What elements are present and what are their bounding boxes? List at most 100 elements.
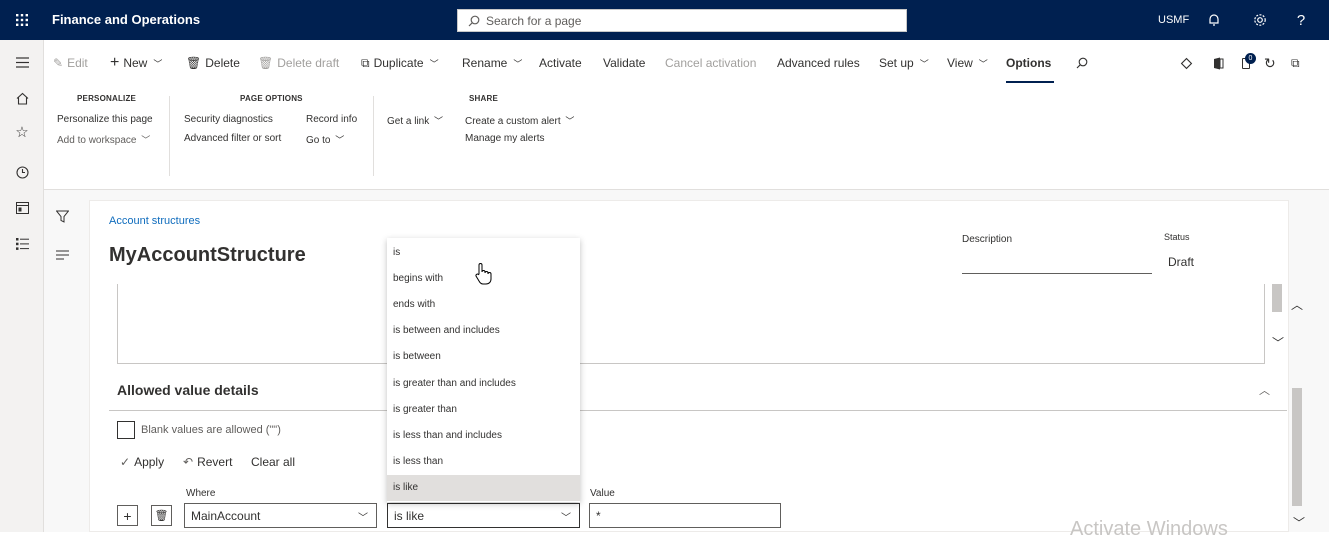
chevron-down-icon: ﹀ bbox=[1293, 516, 1306, 530]
chevron-down-icon: ﹀ bbox=[434, 116, 444, 126]
get-a-link-button[interactable]: Get a link ﹀ bbox=[387, 114, 443, 127]
office-button[interactable] bbox=[1212, 55, 1224, 71]
power-apps-button[interactable] bbox=[1180, 55, 1193, 71]
activate-button[interactable]: Activate bbox=[539, 55, 582, 71]
nav-menu-button[interactable] bbox=[0, 50, 44, 74]
nav-recent-button[interactable] bbox=[0, 160, 44, 184]
chevron-down-icon: ﹀ bbox=[919, 58, 929, 69]
company-picker[interactable]: USMF bbox=[1158, 14, 1189, 26]
filter-pane-button[interactable] bbox=[55, 210, 70, 226]
delete-button[interactable]: 🗑 Delete bbox=[186, 55, 240, 71]
value-input[interactable]: * bbox=[589, 503, 781, 528]
operator-select[interactable]: is like ﹀ bbox=[387, 503, 580, 528]
scroll-up-button[interactable]: ︿ bbox=[1291, 296, 1303, 313]
validate-label: Validate bbox=[603, 56, 646, 70]
operator-option[interactable]: is between bbox=[387, 344, 580, 370]
group-divider bbox=[169, 96, 170, 176]
breadcrumb[interactable]: Account structures bbox=[109, 215, 200, 227]
help-button[interactable]: ? bbox=[1291, 10, 1311, 30]
duplicate-button[interactable]: ⧉ Duplicate ﹀ bbox=[361, 55, 439, 71]
description-underline bbox=[962, 273, 1152, 274]
operator-option[interactable]: is greater than bbox=[387, 396, 580, 422]
scroll-down-button[interactable]: ﹀ bbox=[1272, 334, 1284, 351]
delete-row-button[interactable]: 🗑 bbox=[151, 505, 172, 526]
chevron-down-icon: ﹀ bbox=[561, 513, 571, 524]
operator-option[interactable]: is less than bbox=[387, 449, 580, 475]
nav-modules-button[interactable] bbox=[0, 232, 44, 256]
validate-button[interactable]: Validate bbox=[603, 55, 645, 71]
edit-button[interactable]: ✎ Edit bbox=[53, 55, 88, 71]
revert-button[interactable]: ↶ Revert bbox=[183, 455, 232, 469]
top-bar: Finance and Operations Search for a page… bbox=[0, 0, 1329, 40]
checkmark-icon: ✓ bbox=[120, 455, 131, 469]
options-label: Options bbox=[1006, 56, 1052, 70]
go-to-link[interactable]: Go to ﹀ bbox=[306, 133, 344, 146]
page-scrollbar-thumb[interactable] bbox=[1292, 388, 1302, 506]
segments-grid-scrollbar-thumb[interactable] bbox=[1272, 284, 1282, 312]
operator-option[interactable]: ends with bbox=[387, 291, 580, 317]
action-search-button[interactable] bbox=[1076, 55, 1088, 71]
allowed-value-details-header[interactable]: Allowed value details bbox=[117, 382, 259, 398]
nav-favorites-button[interactable]: ☆ bbox=[0, 120, 44, 144]
app-title[interactable]: Finance and Operations bbox=[52, 12, 200, 27]
advanced-rules-button[interactable]: Advanced rules bbox=[777, 55, 860, 71]
app-launcher-button[interactable] bbox=[0, 0, 44, 40]
record-info-link[interactable]: Record info bbox=[306, 114, 357, 125]
attachments-button[interactable]: 0 bbox=[1241, 53, 1256, 71]
apply-button[interactable]: ✓ Apply bbox=[120, 455, 164, 469]
diamond-icon bbox=[1180, 57, 1193, 69]
refresh-button[interactable]: ↻ bbox=[1264, 55, 1276, 71]
operator-option[interactable]: is less than and includes bbox=[387, 422, 580, 448]
security-diagnostics-link[interactable]: Security diagnostics bbox=[184, 114, 273, 125]
trash-icon: 🗑 bbox=[186, 56, 202, 70]
personalize-page-link[interactable]: Personalize this page bbox=[57, 114, 153, 125]
add-to-workspace-link[interactable]: Add to workspace ﹀ bbox=[57, 133, 150, 146]
collapse-section-button[interactable]: ︿ bbox=[1259, 382, 1270, 398]
delete-label: Delete bbox=[205, 56, 240, 70]
notifications-button[interactable] bbox=[1204, 10, 1224, 30]
settings-button[interactable] bbox=[1250, 10, 1270, 30]
view-button[interactable]: View ﹀ bbox=[947, 55, 988, 71]
waffle-icon bbox=[16, 14, 28, 26]
manage-alerts-link[interactable]: Manage my alerts bbox=[465, 133, 544, 144]
page-scroll-down-button[interactable]: ﹀ bbox=[1293, 514, 1305, 531]
rename-button[interactable]: Rename ﹀ bbox=[462, 55, 522, 71]
advanced-rules-label: Advanced rules bbox=[777, 56, 860, 70]
description-field[interactable] bbox=[962, 252, 1152, 272]
chevron-up-icon: ︿ bbox=[1259, 385, 1270, 397]
operator-option[interactable]: is like bbox=[387, 474, 580, 501]
operator-option[interactable]: is greater than and includes bbox=[387, 370, 580, 396]
status-label: Status bbox=[1164, 232, 1190, 242]
duplicate-label: Duplicate bbox=[373, 56, 424, 70]
edit-label: Edit bbox=[67, 56, 88, 70]
options-tab[interactable]: Options bbox=[1006, 55, 1051, 71]
advanced-filter-link[interactable]: Advanced filter or sort bbox=[184, 133, 281, 144]
page-title: MyAccountStructure bbox=[109, 244, 306, 266]
get-a-link-label: Get a link bbox=[387, 116, 430, 127]
nav-home-button[interactable] bbox=[0, 86, 44, 110]
chevron-down-icon: ﹀ bbox=[335, 135, 345, 145]
blank-values-checkbox[interactable] bbox=[117, 421, 135, 439]
where-value: MainAccount bbox=[191, 508, 261, 523]
clear-all-button[interactable]: Clear all bbox=[251, 455, 295, 469]
delete-draft-button[interactable]: 🗑 Delete draft bbox=[258, 55, 339, 71]
blank-values-label: Blank values are allowed ("") bbox=[141, 424, 281, 436]
create-custom-alert-link[interactable]: Create a custom alert ﹀ bbox=[465, 114, 574, 127]
nav-workspaces-button[interactable] bbox=[0, 196, 44, 220]
add-row-button[interactable]: + bbox=[117, 505, 138, 526]
chevron-down-icon: ﹀ bbox=[358, 513, 368, 524]
new-button[interactable]: + New ﹀ bbox=[110, 54, 162, 71]
cancel-activation-button[interactable]: Cancel activation bbox=[665, 55, 756, 71]
set-up-button[interactable]: Set up ﹀ bbox=[879, 55, 929, 71]
set-up-label: Set up bbox=[879, 56, 914, 70]
open-new-window-button[interactable]: ⧉ bbox=[1291, 55, 1300, 71]
create-custom-alert-label: Create a custom alert bbox=[465, 116, 561, 127]
operator-value: is like bbox=[394, 508, 425, 523]
page-search-box[interactable]: Search for a page bbox=[457, 9, 907, 32]
chevron-down-icon: ﹀ bbox=[565, 116, 575, 126]
list-pane-button[interactable] bbox=[56, 250, 69, 263]
filter-icon bbox=[55, 210, 70, 223]
left-navigation: ☆ bbox=[0, 40, 44, 532]
where-select[interactable]: MainAccount ﹀ bbox=[184, 503, 377, 528]
operator-option[interactable]: is between and includes bbox=[387, 318, 580, 344]
